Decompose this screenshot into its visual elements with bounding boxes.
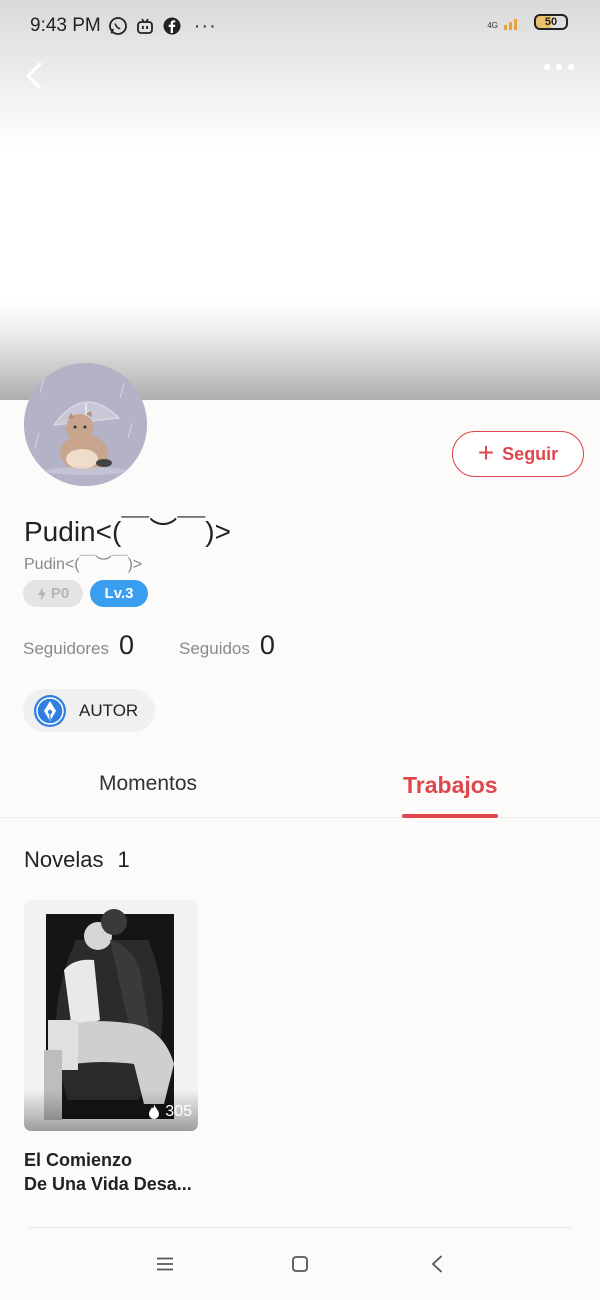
book-popularity-count: 305 [165, 1103, 192, 1120]
book-title-line2: De Una Vida Desa... [24, 1174, 192, 1194]
book-title-line1: El Comienzo [24, 1150, 133, 1170]
battery-icon: 50 [534, 14, 568, 30]
status-overflow: ··· [193, 14, 217, 37]
plus-icon: + [477, 436, 495, 468]
network-type: 4G [487, 21, 498, 30]
battery-level: 50 [544, 16, 558, 28]
follow-label: Seguir [502, 443, 559, 464]
status-time: 9:43 PM [30, 15, 101, 36]
profile-tabs: Momentos Trabajos [0, 760, 600, 818]
followers-stat[interactable]: Seguidores 0 [23, 630, 134, 661]
followers-count: 0 [119, 630, 135, 660]
level-badge[interactable]: Lv.3 [90, 580, 148, 607]
more-dots-icon[interactable] [544, 64, 574, 70]
level-badge-label: Lv.3 [104, 585, 134, 602]
signal-icon: 4G [487, 14, 524, 30]
novels-count: 1 [117, 847, 130, 872]
bilibili-icon [134, 15, 156, 37]
following-count: 0 [259, 630, 275, 660]
book-popularity: 305 [147, 1103, 192, 1121]
followers-label: Seguidores [23, 639, 110, 658]
novels-section-title: Novelas 1 [24, 847, 130, 873]
points-badge-label: P0 [50, 585, 70, 602]
menu-icon[interactable] [150, 1250, 180, 1278]
status-bar: 9:43 PM ··· 4G 50 [0, 0, 600, 52]
follow-button[interactable]: + Seguir [452, 431, 584, 477]
following-label: Seguidos [179, 639, 250, 658]
divider [28, 1227, 572, 1228]
home-square-icon[interactable] [285, 1250, 315, 1278]
whatsapp-icon [107, 15, 129, 37]
profile-handle: Pudin<(￣︶￣)> [24, 556, 143, 573]
lightning-icon [37, 586, 46, 601]
following-stat[interactable]: Seguidos 0 [179, 630, 275, 661]
back-nav-icon[interactable] [422, 1250, 452, 1278]
avatar[interactable] [24, 363, 147, 486]
novels-label: Novelas [24, 847, 104, 872]
profile-name: Pudin<(￣︶￣)> [24, 516, 231, 547]
author-chip[interactable]: AUTOR [23, 689, 155, 732]
facebook-icon [161, 15, 183, 37]
points-badge[interactable]: P0 [23, 580, 83, 607]
back-chevron-icon[interactable] [22, 60, 50, 92]
book-cover[interactable]: 305 [24, 900, 198, 1131]
author-label: AUTOR [79, 700, 139, 720]
active-tab-indicator [402, 814, 498, 818]
book-card[interactable]: 305 El Comienzo De Una Vida Desa... [24, 900, 198, 1196]
tab-trabajos[interactable]: Trabajos [403, 772, 498, 799]
tab-momentos[interactable]: Momentos [99, 772, 197, 796]
pen-nib-icon [34, 694, 66, 727]
profile-cover [0, 0, 600, 400]
book-title[interactable]: El Comienzo De Una Vida Desa... [24, 1148, 198, 1196]
flame-icon [149, 1104, 160, 1119]
